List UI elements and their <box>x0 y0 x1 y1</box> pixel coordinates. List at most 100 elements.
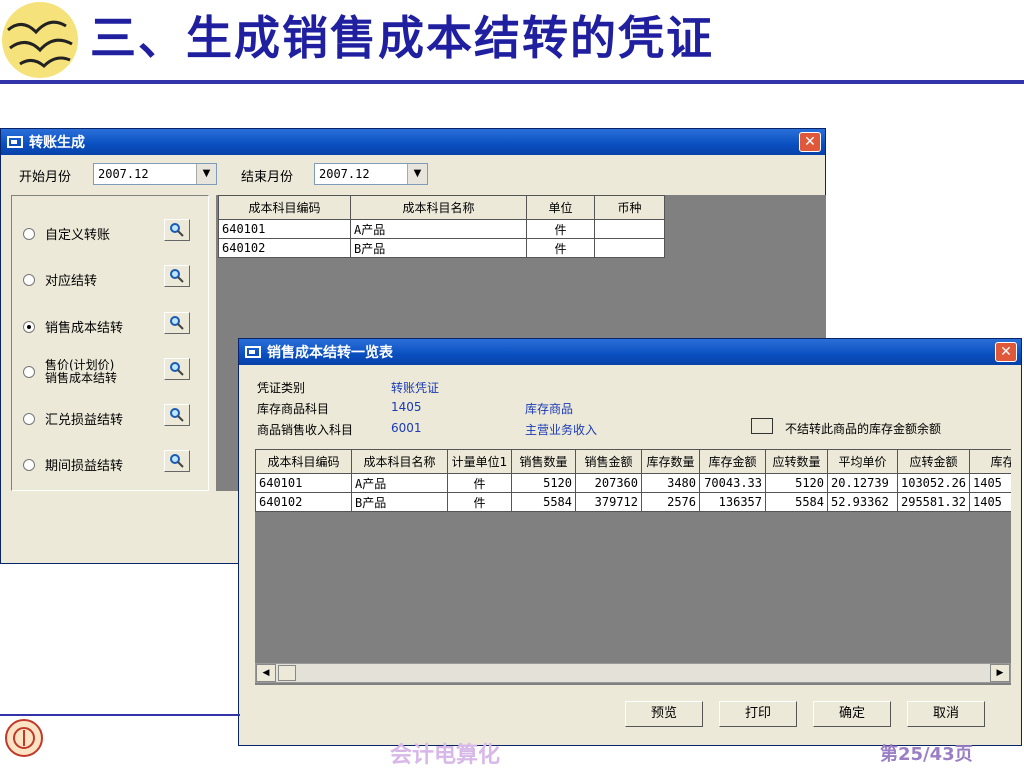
table-cell[interactable]: 5584 <box>765 492 828 512</box>
table-cell[interactable]: 件 <box>526 219 595 239</box>
horizontal-scrollbar[interactable]: ◀ ▶ <box>255 663 1011 683</box>
table-cell[interactable] <box>594 219 665 239</box>
ok-button[interactable]: 确定 <box>813 701 891 727</box>
window-icon <box>7 136 23 148</box>
table-cell[interactable]: 136357 <box>699 492 766 512</box>
end-month-select[interactable]: 2007.12 ▼ <box>314 163 428 185</box>
option-label: 自定义转账 <box>45 228 111 243</box>
option-sales-cost-transfer[interactable]: 销售成本结转 <box>23 317 123 336</box>
table-cell[interactable]: 640101 <box>255 473 352 493</box>
table-cell[interactable]: 2576 <box>641 492 700 512</box>
table-cell[interactable]: 295581.32 <box>897 492 970 512</box>
table-cell[interactable]: 件 <box>526 238 595 258</box>
voucher-type-value: 转账凭证 <box>391 381 440 395</box>
table-cell[interactable]: 件 <box>447 473 512 493</box>
table-row[interactable]: 640101 A产品 件 <box>218 219 665 239</box>
column-header[interactable]: 销售金额 <box>575 449 642 474</box>
option-period-gain-loss-transfer[interactable]: 期间损益结转 <box>23 455 123 474</box>
close-icon[interactable]: ✕ <box>995 342 1017 362</box>
radio-button-selected[interactable] <box>23 320 35 333</box>
table-cell[interactable]: A产品 <box>350 219 527 239</box>
radio-button[interactable] <box>23 366 35 378</box>
column-header[interactable]: 成本科目编码 <box>218 195 351 220</box>
table-cell[interactable]: B产品 <box>351 492 448 512</box>
search-icon[interactable] <box>164 450 190 472</box>
column-header[interactable]: 成本科目编码 <box>255 449 352 474</box>
column-header[interactable]: 单位 <box>526 195 595 220</box>
window-icon <box>245 346 261 358</box>
option-planned-price-cost-transfer[interactable]: 售价(计划价) 销售成本结转 <box>23 359 117 385</box>
table-cell[interactable]: 640102 <box>218 238 351 258</box>
column-header[interactable]: 平均单价 <box>827 449 898 474</box>
chevron-down-icon[interactable]: ▼ <box>407 164 427 184</box>
table-cell[interactable]: 5120 <box>511 473 576 493</box>
table-cell[interactable] <box>594 238 665 258</box>
column-header[interactable]: 库存数量 <box>641 449 700 474</box>
option-corresponding-transfer[interactable]: 对应结转 <box>23 270 97 289</box>
column-header[interactable]: 库存 <box>969 449 1011 474</box>
table-cell[interactable]: 5584 <box>511 492 576 512</box>
sales-cost-summary-dialog: 销售成本结转一览表 ✕ 凭证类别 转账凭证 库存商品科目 1405 库存商品 商… <box>238 338 1022 746</box>
scroll-right-icon[interactable]: ▶ <box>990 664 1010 682</box>
stock-subject-label: 库存商品科目 <box>257 402 330 416</box>
table-cell[interactable]: 3480 <box>641 473 700 493</box>
table-cell[interactable]: 640101 <box>218 219 351 239</box>
table-row[interactable]: 640101 A产品 件 5120 207360 3480 70043.33 5… <box>255 473 1011 493</box>
income-subject-code: 6001 <box>391 421 422 435</box>
table-cell[interactable]: 103052.26 <box>897 473 970 493</box>
option-label: 销售成本结转 <box>45 321 124 336</box>
search-icon[interactable] <box>164 265 190 287</box>
radio-button[interactable] <box>23 412 35 425</box>
search-icon[interactable] <box>164 358 190 380</box>
column-header[interactable]: 应转金额 <box>897 449 970 474</box>
table-cell[interactable]: 640102 <box>255 492 352 512</box>
preview-button[interactable]: 预览 <box>625 701 703 727</box>
table-cell[interactable]: B产品 <box>350 238 527 258</box>
table-row[interactable]: 640102 B产品 件 <box>218 238 665 258</box>
search-icon[interactable] <box>164 312 190 334</box>
radio-button[interactable] <box>23 273 35 286</box>
column-header[interactable]: 库存金额 <box>699 449 766 474</box>
column-header[interactable]: 成本科目名称 <box>351 449 448 474</box>
table-cell[interactable]: 1405 <box>969 492 1011 512</box>
start-month-value: 2007.12 <box>98 167 149 181</box>
table-cell[interactable]: 379712 <box>575 492 642 512</box>
column-header[interactable]: 成本科目名称 <box>350 195 527 220</box>
search-icon[interactable] <box>164 219 190 241</box>
no-transfer-label: 不结转此商品的库存金额余额 <box>785 422 942 436</box>
table-cell[interactable]: 5120 <box>765 473 828 493</box>
scrollbar-thumb[interactable] <box>278 665 296 681</box>
stock-subject-code: 1405 <box>391 400 422 414</box>
no-transfer-checkbox[interactable] <box>751 418 773 434</box>
option-exchange-gain-loss-transfer[interactable]: 汇兑损益结转 <box>23 409 123 428</box>
column-header[interactable]: 销售数量 <box>511 449 576 474</box>
table-row[interactable]: 640102 B产品 件 5584 379712 2576 136357 558… <box>255 492 1011 512</box>
search-icon[interactable] <box>164 404 190 426</box>
table-cell[interactable]: 70043.33 <box>699 473 766 493</box>
transfer-grid: 成本科目编码 成本科目名称 单位 币种 640101 A产品 件 640102 … <box>218 195 665 258</box>
scroll-left-icon[interactable]: ◀ <box>256 664 276 682</box>
table-cell[interactable]: 52.93362 <box>827 492 898 512</box>
cancel-button[interactable]: 取消 <box>907 701 985 727</box>
option-label-line2: 销售成本结转 <box>45 371 118 385</box>
column-header[interactable]: 应转数量 <box>765 449 828 474</box>
column-header[interactable]: 币种 <box>594 195 665 220</box>
table-cell[interactable]: 1405 <box>969 473 1011 493</box>
print-button[interactable]: 打印 <box>719 701 797 727</box>
close-icon[interactable]: ✕ <box>799 132 821 152</box>
table-cell[interactable]: 20.12739 <box>827 473 898 493</box>
chevron-down-icon[interactable]: ▼ <box>196 164 216 184</box>
start-month-select[interactable]: 2007.12 ▼ <box>93 163 217 185</box>
radio-button[interactable] <box>23 458 35 471</box>
table-cell[interactable]: 207360 <box>575 473 642 493</box>
option-custom-transfer[interactable]: 自定义转账 <box>23 224 110 243</box>
option-label: 汇兑损益结转 <box>45 413 124 428</box>
radio-button[interactable] <box>23 227 35 240</box>
table-cell[interactable]: 件 <box>447 492 512 512</box>
table-cell[interactable]: A产品 <box>351 473 448 493</box>
title-divider <box>0 80 1024 84</box>
stock-subject-name: 库存商品 <box>525 402 574 416</box>
summary-dialog-titlebar[interactable]: 销售成本结转一览表 ✕ <box>239 339 1021 365</box>
transfer-window-titlebar[interactable]: 转账生成 ✕ <box>1 129 825 155</box>
column-header[interactable]: 计量单位1 <box>447 449 512 474</box>
